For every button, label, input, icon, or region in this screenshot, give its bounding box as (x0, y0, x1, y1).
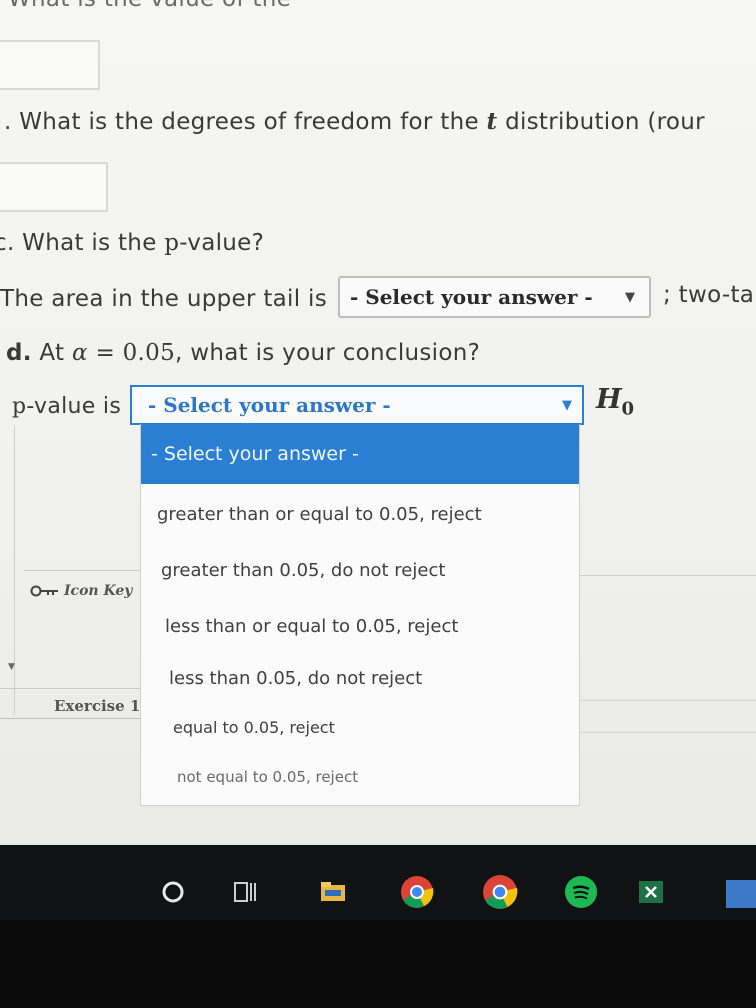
chrome-icon[interactable] (482, 874, 518, 910)
icon-key[interactable]: Icon Key (30, 583, 132, 599)
hypothesis-label: H0 (596, 384, 634, 419)
dropdown-option[interactable]: not equal to 0.05, reject (177, 768, 358, 786)
hypothesis-subscript: 0 (621, 398, 635, 420)
dropdown-option[interactable]: greater than 0.05, do not reject (161, 560, 445, 581)
pvalue-var: p (12, 394, 27, 419)
conclusion-select[interactable]: - Select your answer - ▼ (130, 385, 584, 425)
question-c-suffix: -value? (179, 230, 265, 256)
dropdown-option[interactable]: greater than or equal to 0.05, reject (157, 504, 482, 525)
panel-divider (575, 700, 756, 701)
question-d-letter: d. (6, 340, 32, 366)
question-d-text: d. At α = 0.05, what is your conclusion? (6, 340, 480, 366)
question-b-variable: t (486, 108, 498, 135)
panel-divider (570, 732, 756, 733)
taskbar-app-icon[interactable] (726, 880, 756, 908)
dropdown-option[interactable]: less than or equal to 0.05, reject (165, 616, 458, 637)
answer-input-a[interactable] (0, 40, 100, 90)
panel-divider (24, 570, 142, 571)
chevron-down-icon: ▼ (625, 290, 635, 305)
hypothesis-letter: H (596, 384, 622, 415)
chevron-down-icon: ▼ (562, 398, 572, 413)
question-c-text: c. What is the p-value? (0, 230, 264, 256)
conclusion-dropdown-list[interactable]: - Select your answer - greater than or e… (140, 424, 580, 806)
file-explorer-icon[interactable] (318, 877, 348, 907)
pvalue-rest: -value is (26, 394, 122, 419)
answer-input-b[interactable] (0, 162, 108, 212)
cortana-icon[interactable] (158, 877, 188, 907)
question-b-prefix: . What is the degrees of freedom for the (4, 109, 487, 135)
alpha-symbol: α (71, 340, 88, 366)
question-a-text: What is the value of the (8, 0, 291, 12)
pvalue-label: p-value is (12, 394, 121, 419)
chrome-icon[interactable] (400, 875, 434, 909)
question-c-variable: p (164, 230, 180, 256)
task-view-icon[interactable] (230, 877, 260, 907)
question-b-text: . What is the degrees of freedom for the… (4, 108, 705, 135)
browser-viewport: What is the value of the . What is the d… (0, 0, 756, 870)
equals-sign: = (87, 340, 123, 366)
question-b-suffix: distribution (rour (497, 109, 705, 135)
exercise-label[interactable]: Exercise 10 (54, 697, 151, 715)
upper-tail-label: The area in the upper tail is (0, 286, 327, 312)
dropdown-option-selected[interactable]: - Select your answer - (141, 424, 579, 484)
conclusion-select-value: - Select your answer - (148, 393, 391, 417)
panel-divider (0, 688, 145, 689)
question-d-at: At (31, 340, 72, 366)
upper-tail-select[interactable]: - Select your answer - ▼ (338, 276, 651, 318)
dropdown-option-selected-label: - Select your answer - (151, 443, 359, 465)
collapse-arrow-icon[interactable]: ▼ (8, 662, 15, 672)
alpha-value: 0.05 (122, 340, 176, 366)
dropdown-option[interactable]: less than 0.05, do not reject (169, 668, 422, 689)
spotify-icon[interactable] (564, 875, 598, 909)
key-icon (30, 585, 58, 597)
excel-icon[interactable] (636, 877, 666, 907)
dropdown-option[interactable]: equal to 0.05, reject (173, 718, 335, 737)
panel-divider (575, 575, 756, 576)
icon-key-label: Icon Key (64, 583, 133, 599)
upper-tail-select-value: - Select your answer - (350, 285, 593, 309)
question-c-prefix: c. What is the (0, 230, 165, 256)
question-d-suffix: , what is your conclusion? (175, 340, 481, 366)
two-tail-label: ; two-ta (663, 282, 755, 308)
